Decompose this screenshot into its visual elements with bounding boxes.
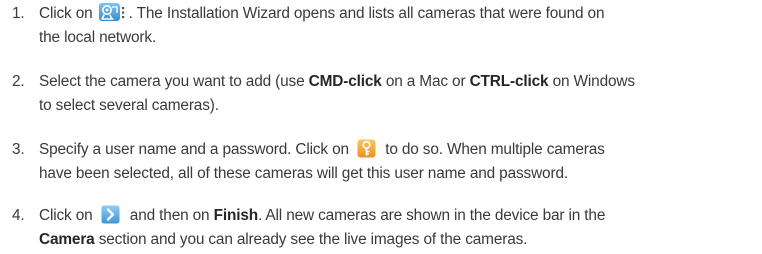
next-arrow-icon[interactable] <box>101 205 120 224</box>
step-4-text-c: . All new cameras are shown in the devic… <box>258 207 606 224</box>
step-4-text-b: and then on <box>125 207 214 224</box>
step-3-text-a: Specify a user name and a password. Clic… <box>39 141 354 158</box>
step-1-text-b: . The Installation Wizard opens and list… <box>128 5 605 22</box>
step-3-text-b: to do so. When multiple cameras <box>381 141 605 158</box>
key-icon[interactable] <box>357 139 376 158</box>
step-4-text-line2: section and you can already see the live… <box>94 230 528 248</box>
step-number: 3. <box>12 141 25 158</box>
step-number: 1. <box>12 5 25 22</box>
step-2-text-b: on a Mac or <box>381 73 470 90</box>
step-3-text-line2: have been selected, all of these cameras… <box>39 164 568 182</box>
step-number: 2. <box>12 73 25 90</box>
step-text: Select the camera you want to add (use C… <box>39 70 757 117</box>
step-text: Specify a user name and a password. Clic… <box>39 138 757 185</box>
step-text: Click on and then on Finish. All new cam… <box>39 204 757 251</box>
step-number: 4. <box>12 207 25 224</box>
step-2-text-a: Select the camera you want to add (use <box>39 73 309 90</box>
camera-section-label: Camera <box>39 230 95 248</box>
camera-wizard-icon[interactable] <box>98 2 128 22</box>
step-4-text-a: Click on <box>39 207 97 224</box>
step-1-text-line2: the local network. <box>39 28 157 46</box>
step-2-text-line2: to select several cameras). <box>39 96 219 114</box>
finish-label: Finish <box>213 207 259 224</box>
step-2-text-c: on Windows <box>548 73 635 90</box>
step-text: Click on . The Installation Wizard opens… <box>39 2 757 49</box>
cmd-click-label: CMD-click <box>308 73 382 90</box>
step-1-text-a: Click on <box>39 5 97 22</box>
ctrl-click-label: CTRL-click <box>469 73 549 90</box>
